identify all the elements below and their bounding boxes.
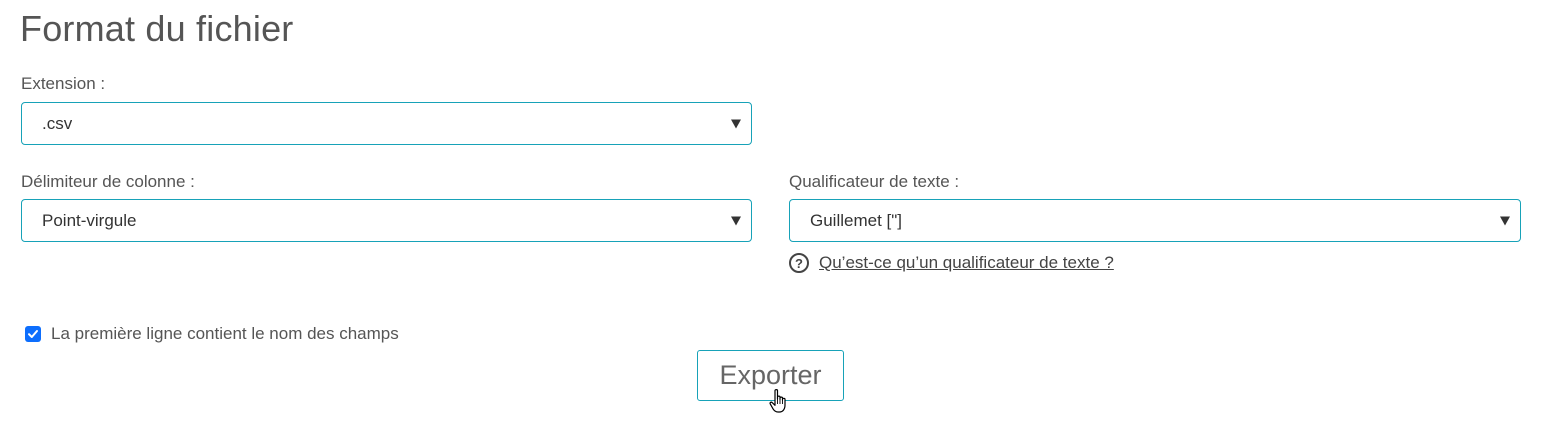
caret-down-icon: [1500, 216, 1510, 225]
caret-down-icon: [731, 119, 741, 128]
header-row-option: La première ligne contient le nom des ch…: [25, 324, 399, 344]
extension-select[interactable]: .csv: [21, 102, 752, 145]
export-format-page: Format du fichier Extension : .csv Délim…: [0, 0, 1541, 439]
text-qualifier-value: Guillemet ["]: [810, 210, 903, 230]
section-title: Format du fichier: [20, 8, 294, 49]
extension-value: .csv: [42, 113, 73, 133]
text-qualifier-label: Qualificateur de texte :: [789, 172, 960, 191]
question-circle-icon[interactable]: ?: [789, 253, 809, 273]
checkmark-icon: [28, 330, 38, 338]
text-qualifier-help-link[interactable]: Qu’est-ce qu’un qualificateur de texte ?: [819, 253, 1114, 273]
hand-pointer-cursor-icon: [769, 389, 786, 413]
column-delimiter-value: Point-virgule: [42, 210, 137, 230]
column-delimiter-select[interactable]: Point-virgule: [21, 199, 752, 242]
text-qualifier-help: ? Qu’est-ce qu’un qualificateur de texte…: [789, 253, 1114, 273]
caret-down-icon: [731, 216, 741, 225]
header-row-label: La première ligne contient le nom des ch…: [51, 324, 399, 343]
extension-label: Extension :: [21, 74, 106, 93]
header-row-checkbox[interactable]: [25, 326, 41, 342]
column-delimiter-label: Délimiteur de colonne :: [21, 172, 195, 191]
text-qualifier-select[interactable]: Guillemet ["]: [789, 199, 1521, 242]
